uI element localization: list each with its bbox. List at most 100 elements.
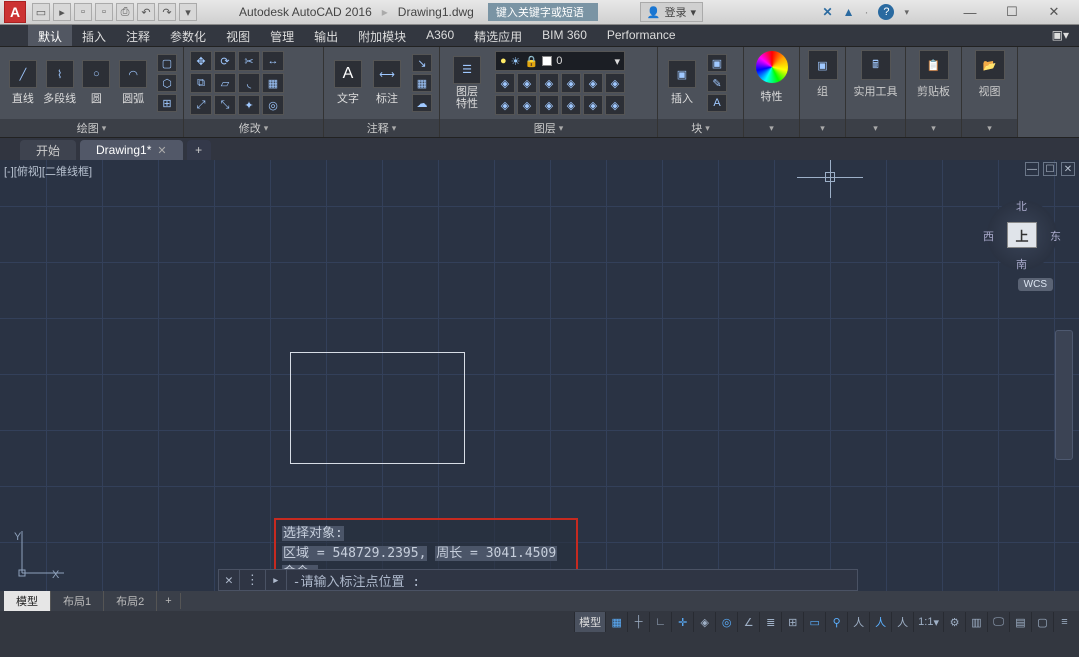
viewcube-west[interactable]: 西 bbox=[983, 228, 994, 244]
viewport-min-icon[interactable]: — bbox=[1025, 162, 1039, 176]
tool-dimension[interactable]: ⟷标注 bbox=[369, 60, 405, 106]
annotate-leader-icon[interactable]: ↘ bbox=[412, 54, 432, 72]
command-line[interactable]: ✕ ⋮ ▸ -请输入标注点位置 : bbox=[218, 569, 858, 591]
qat-plot-icon[interactable]: ⎙ bbox=[116, 3, 134, 21]
status-clean-icon[interactable]: ▢ bbox=[1031, 612, 1053, 632]
status-ws-icon[interactable]: ▥ bbox=[965, 612, 987, 632]
tab-annotate[interactable]: 注释 bbox=[116, 25, 160, 46]
layer-tool-12-icon[interactable]: ◈ bbox=[605, 95, 625, 115]
tab-insert[interactable]: 插入 bbox=[72, 25, 116, 46]
status-custom-icon[interactable]: ≡ bbox=[1053, 612, 1075, 632]
cmd-close-icon[interactable]: ✕ bbox=[219, 570, 240, 590]
close-icon[interactable]: ✕ bbox=[157, 144, 166, 157]
tool-explode-icon[interactable]: ✦ bbox=[238, 95, 260, 115]
draw-extra-2-icon[interactable]: ⬡ bbox=[157, 74, 177, 92]
exchange-apps-icon[interactable]: ✕ bbox=[823, 5, 833, 19]
layer-tool-4-icon[interactable]: ◈ bbox=[561, 73, 581, 93]
status-sc-icon[interactable]: ⚲ bbox=[825, 612, 847, 632]
layout-tab-1[interactable]: 布局1 bbox=[51, 591, 104, 611]
block-create-icon[interactable]: ▣ bbox=[707, 54, 727, 72]
tab-output[interactable]: 输出 bbox=[304, 25, 348, 46]
status-monitor-icon[interactable]: 🖵 bbox=[987, 612, 1009, 632]
status-anno2-icon[interactable]: 人 bbox=[869, 612, 891, 632]
view-folder-icon[interactable]: 📂 bbox=[975, 50, 1005, 80]
layer-tool-6-icon[interactable]: ◈ bbox=[605, 73, 625, 93]
tool-offset-icon[interactable]: ◎ bbox=[262, 95, 284, 115]
layer-tool-1-icon[interactable]: ◈ bbox=[495, 73, 515, 93]
status-osnap-icon[interactable]: ◎ bbox=[715, 612, 737, 632]
tab-manage[interactable]: 管理 bbox=[260, 25, 304, 46]
cmd-prompt-text[interactable]: -请输入标注点位置 : bbox=[287, 571, 857, 590]
status-polar-icon[interactable]: ✛ bbox=[671, 612, 693, 632]
tab-expand-icon[interactable]: ▣▾ bbox=[1042, 25, 1079, 46]
status-ortho-icon[interactable]: ∟ bbox=[649, 612, 671, 632]
status-scale-button[interactable]: 1:1▾ bbox=[913, 612, 943, 632]
block-attr-icon[interactable]: A bbox=[707, 94, 727, 112]
navigation-bar[interactable] bbox=[1055, 330, 1073, 460]
viewcube[interactable]: 北 南 西 东 上 bbox=[987, 200, 1057, 270]
doctab-drawing1[interactable]: Drawing1*✕ bbox=[80, 140, 183, 160]
tool-arc[interactable]: ◠圆弧 bbox=[116, 60, 150, 106]
status-gear-icon[interactable]: ⚙ bbox=[943, 612, 965, 632]
status-snap-icon[interactable]: ┼ bbox=[627, 612, 649, 632]
tab-performance[interactable]: Performance bbox=[597, 25, 686, 46]
app-icon[interactable]: A bbox=[4, 1, 26, 23]
layer-tool-3-icon[interactable]: ◈ bbox=[539, 73, 559, 93]
tool-array-icon[interactable]: ▦ bbox=[262, 73, 284, 93]
viewcube-south[interactable]: 南 bbox=[1016, 256, 1027, 272]
qat-open-icon[interactable]: ▸ bbox=[53, 3, 71, 21]
doctab-start[interactable]: 开始 bbox=[20, 140, 76, 160]
login-button[interactable]: 👤 登录 ▾ bbox=[640, 2, 703, 22]
tool-extend-icon[interactable]: ↔ bbox=[262, 51, 284, 71]
tool-fillet-icon[interactable]: ◟ bbox=[238, 73, 260, 93]
layout-tab-add[interactable]: + bbox=[157, 593, 180, 609]
tab-parametric[interactable]: 参数化 bbox=[160, 25, 216, 46]
window-close-button[interactable]: ✕ bbox=[1033, 0, 1075, 24]
qat-saveas-icon[interactable]: ▫ bbox=[95, 3, 113, 21]
qat-more-icon[interactable]: ▾ bbox=[179, 3, 197, 21]
tool-stretch-icon[interactable]: ⤢ bbox=[190, 95, 212, 115]
utilities-icon[interactable]: 🖩 bbox=[861, 50, 891, 80]
tab-view[interactable]: 视图 bbox=[216, 25, 260, 46]
layer-tool-11-icon[interactable]: ◈ bbox=[583, 95, 603, 115]
viewcube-east[interactable]: 东 bbox=[1050, 228, 1061, 244]
tab-default[interactable]: 默认 bbox=[28, 25, 72, 46]
layer-tool-9-icon[interactable]: ◈ bbox=[539, 95, 559, 115]
tab-featured[interactable]: 精选应用 bbox=[464, 25, 532, 46]
status-otrack-icon[interactable]: ∠ bbox=[737, 612, 759, 632]
viewport-max-icon[interactable]: ☐ bbox=[1043, 162, 1057, 176]
draw-extra-1-icon[interactable]: ▢ bbox=[157, 54, 177, 72]
viewcube-top-face[interactable]: 上 bbox=[1007, 222, 1037, 248]
tool-mirror-icon[interactable]: ▱ bbox=[214, 73, 236, 93]
wcs-chip[interactable]: WCS bbox=[1018, 278, 1053, 291]
qat-new-icon[interactable]: ▭ bbox=[32, 3, 50, 21]
tool-rotate-icon[interactable]: ⟳ bbox=[214, 51, 236, 71]
window-maximize-button[interactable]: ☐ bbox=[991, 0, 1033, 24]
tool-trim-icon[interactable]: ✂ bbox=[238, 51, 260, 71]
tab-addons[interactable]: 附加模块 bbox=[348, 25, 416, 46]
status-anno1-icon[interactable]: 人 bbox=[847, 612, 869, 632]
layer-tool-5-icon[interactable]: ◈ bbox=[583, 73, 603, 93]
status-ui-icon[interactable]: ▤ bbox=[1009, 612, 1031, 632]
status-model-button[interactable]: 模型 bbox=[574, 612, 605, 632]
status-iso-icon[interactable]: ◈ bbox=[693, 612, 715, 632]
layer-selector[interactable]: ● ☀ 🔒 0 ▾ bbox=[495, 51, 625, 71]
drawing-canvas[interactable]: [-][俯视][二维线框] — ☐ ✕ 北 南 西 东 上 WCS Y X 选择… bbox=[0, 160, 1079, 591]
status-anno3-icon[interactable]: 人 bbox=[891, 612, 913, 632]
qat-save-icon[interactable]: ▫ bbox=[74, 3, 92, 21]
viewport-label[interactable]: [-][俯视][二维线框] bbox=[4, 163, 92, 179]
qat-undo-icon[interactable]: ↶ bbox=[137, 3, 155, 21]
tool-scale-icon[interactable]: ⤡ bbox=[214, 95, 236, 115]
tool-block-insert[interactable]: ▣插入 bbox=[664, 60, 700, 106]
status-grid-icon[interactable]: ▦ bbox=[605, 612, 627, 632]
help-icon[interactable]: ? bbox=[878, 4, 894, 20]
annotate-table-icon[interactable]: ▦ bbox=[412, 74, 432, 92]
annotate-cloud-icon[interactable]: ☁ bbox=[412, 94, 432, 112]
autodesk-360-icon[interactable]: ▲ bbox=[843, 5, 855, 19]
group-icon[interactable]: ▣ bbox=[808, 50, 838, 80]
doctab-new[interactable]: + bbox=[187, 140, 211, 160]
layout-tab-2[interactable]: 布局2 bbox=[104, 591, 157, 611]
viewport-close-icon[interactable]: ✕ bbox=[1061, 162, 1075, 176]
layer-tool-7-icon[interactable]: ◈ bbox=[495, 95, 515, 115]
layer-tool-10-icon[interactable]: ◈ bbox=[561, 95, 581, 115]
